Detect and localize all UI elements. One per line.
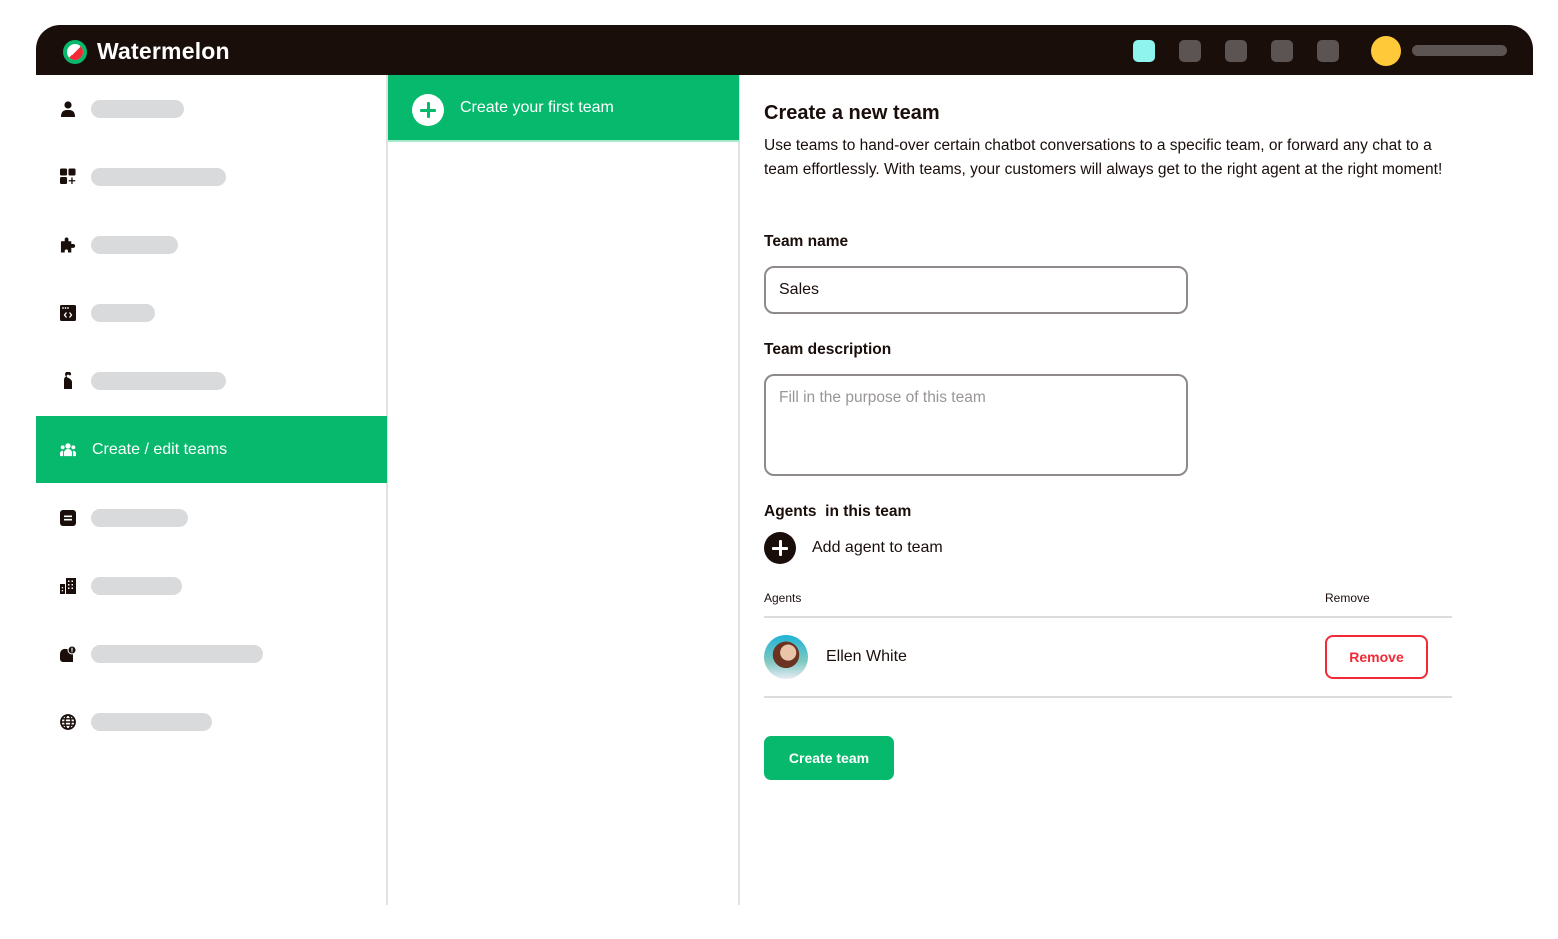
create-first-team-label: Create your first team [460, 98, 614, 116]
sidebar-item-notes[interactable] [36, 484, 387, 551]
sidebar-item-notifications[interactable] [36, 620, 387, 687]
sidebar-item-label: Create / edit teams [92, 440, 228, 458]
page-description: Use teams to hand-over certain chatbot c… [764, 137, 1443, 178]
topbar-app-icon[interactable] [1317, 40, 1339, 62]
add-widget-icon [60, 168, 76, 185]
sidebar-label-placeholder [91, 508, 188, 527]
sidebar-item-integrations[interactable] [36, 211, 387, 278]
teams-list-panel: Create your first team [388, 75, 740, 905]
sidebar: Create / edit teams [36, 75, 388, 905]
sidebar-item-embed[interactable] [36, 279, 387, 346]
sidebar-item-widgets[interactable] [36, 143, 387, 210]
column-header-agents: Agents [764, 591, 802, 605]
team-icon [60, 442, 76, 458]
user-name-placeholder[interactable] [1412, 45, 1507, 56]
agent-avatar [764, 635, 808, 679]
add-agent-label: Add agent to team [812, 539, 943, 556]
notes-icon [60, 509, 76, 526]
sidebar-label-placeholder [91, 371, 226, 390]
top-bar: Watermelon [36, 25, 1533, 75]
add-agent-button[interactable]: Add agent to team [764, 532, 943, 564]
column-header-remove: Remove [1325, 591, 1370, 605]
sidebar-item-profile[interactable] [36, 75, 387, 142]
logo[interactable]: Watermelon [63, 38, 230, 65]
create-first-team-button[interactable]: Create your first team [388, 75, 739, 142]
topbar-icons [1133, 40, 1339, 62]
sidebar-label-placeholder [91, 712, 212, 731]
sidebar-label-placeholder [91, 576, 182, 595]
team-name-input[interactable] [764, 266, 1188, 314]
create-team-button[interactable]: Create team [764, 736, 894, 780]
team-description-input[interactable] [764, 374, 1188, 476]
plus-circle-icon [764, 532, 796, 564]
user-icon [60, 100, 76, 117]
sidebar-label-placeholder [91, 644, 263, 663]
team-description-label: Team description [764, 341, 892, 358]
sidebar-label-placeholder [91, 303, 155, 322]
agents-section-label: Agents in this team [764, 503, 912, 520]
agent-name: Ellen White [826, 648, 907, 665]
globe-icon [60, 713, 76, 730]
agents-table: Agents Remove Ellen White Remove [764, 589, 1452, 698]
sidebar-label-placeholder [91, 235, 178, 254]
building-icon [60, 577, 76, 594]
topbar-app-icon[interactable] [1133, 40, 1155, 62]
sidebar-item-availability[interactable] [36, 347, 387, 414]
sidebar-label-placeholder [91, 99, 184, 118]
code-window-icon [60, 304, 76, 321]
watermelon-logo-icon [63, 39, 87, 64]
sidebar-item-languages[interactable] [36, 688, 387, 755]
topbar-app-icon[interactable] [1225, 40, 1247, 62]
sidebar-item-company[interactable] [36, 552, 387, 619]
table-header: Agents Remove [764, 589, 1452, 618]
sidebar-label-placeholder [91, 167, 226, 186]
table-row: Ellen White Remove [764, 618, 1452, 698]
remove-agent-button[interactable]: Remove [1325, 635, 1428, 679]
page-title: Create a new team [764, 102, 940, 124]
team-name-label: Team name [764, 233, 849, 250]
app-name: Watermelon [97, 38, 230, 64]
puzzle-icon [60, 236, 76, 253]
door-hanger-icon [60, 372, 76, 389]
topbar-app-icon[interactable] [1179, 40, 1201, 62]
user-avatar[interactable] [1371, 36, 1401, 66]
sidebar-item-create-edit-teams[interactable]: Create / edit teams [36, 416, 387, 483]
topbar-app-icon[interactable] [1271, 40, 1293, 62]
plus-circle-icon [412, 94, 444, 126]
notification-badge-icon [60, 645, 76, 662]
